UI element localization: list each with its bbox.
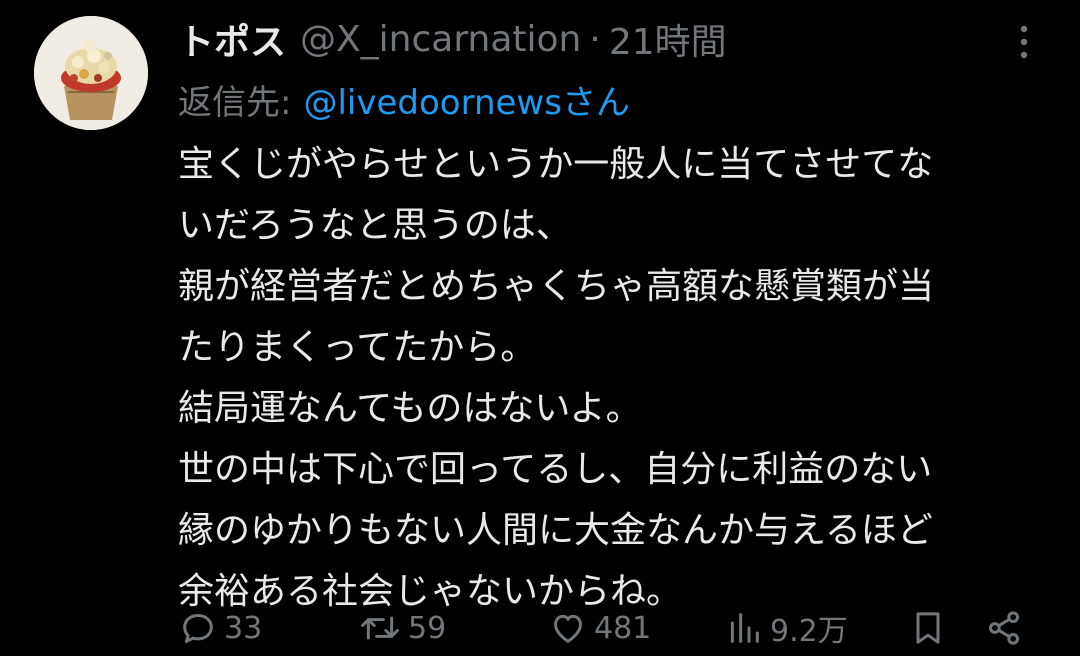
reply-button[interactable]: 33 <box>178 602 262 654</box>
display-name[interactable]: トポス <box>178 13 286 65</box>
share-icon <box>989 611 1019 645</box>
share-button[interactable] <box>984 602 1024 654</box>
tweet-text-line: 親が経営者だとめちゃくちゃ高額な懸賞類が当 <box>178 266 935 307</box>
heart-icon <box>554 614 582 643</box>
retweet-count: 59 <box>408 610 447 646</box>
bar-chart-icon <box>730 613 759 643</box>
retweet-button[interactable]: 59 <box>358 602 446 654</box>
more-vertical-icon <box>1020 25 1028 59</box>
reply-count: 33 <box>224 610 263 646</box>
tweet-text-line: 宝くじがやらせというか一般人に当てさせてな <box>178 144 934 185</box>
reply-label: 返信先: <box>178 82 292 123</box>
tweet-text-line: 縁のゆかりもない人間に大金なんか与えるほど <box>178 510 933 551</box>
avatar[interactable] <box>34 16 148 130</box>
avatar-image <box>34 16 148 130</box>
tweet-body: 宝くじがやらせというか一般人に当てさせてな いだろうなと思うのは、 親が経営者だ… <box>178 134 1038 622</box>
like-button[interactable]: 481 <box>548 602 651 654</box>
views-button[interactable]: 9.2万 <box>724 602 848 654</box>
retweet-icon <box>361 616 399 640</box>
tweet-text-line: いだろうなと思うのは、 <box>178 205 572 246</box>
action-bar: 33 59 481 9.2万 <box>178 602 1038 654</box>
reply-user-link[interactable]: @livedoornewsさん <box>303 75 630 124</box>
tweet[interactable]: トポス @X_incarnation · 21時間 返信先: @livedoor… <box>0 0 1080 656</box>
reply-bubble-icon <box>183 614 213 643</box>
like-count: 481 <box>594 610 652 646</box>
bookmark-icon <box>916 612 940 644</box>
tweet-header: トポス @X_incarnation · 21時間 <box>178 14 727 64</box>
user-handle[interactable]: @X_incarnation <box>300 19 581 60</box>
tweet-text-line: 世の中は下心で回ってるし、自分に利益のない <box>178 449 933 490</box>
separator-dot: · <box>589 18 601 60</box>
tweet-text-line: 結局運なんてものはないよ。 <box>178 388 642 429</box>
bookmark-button[interactable] <box>908 602 948 654</box>
reply-context: 返信先: @livedoornewsさん <box>178 74 630 124</box>
timestamp[interactable]: 21時間 <box>609 13 727 65</box>
view-count: 9.2万 <box>770 614 848 649</box>
more-button[interactable] <box>1006 20 1042 64</box>
tweet-text-line: たりまくってたから。 <box>178 327 537 368</box>
